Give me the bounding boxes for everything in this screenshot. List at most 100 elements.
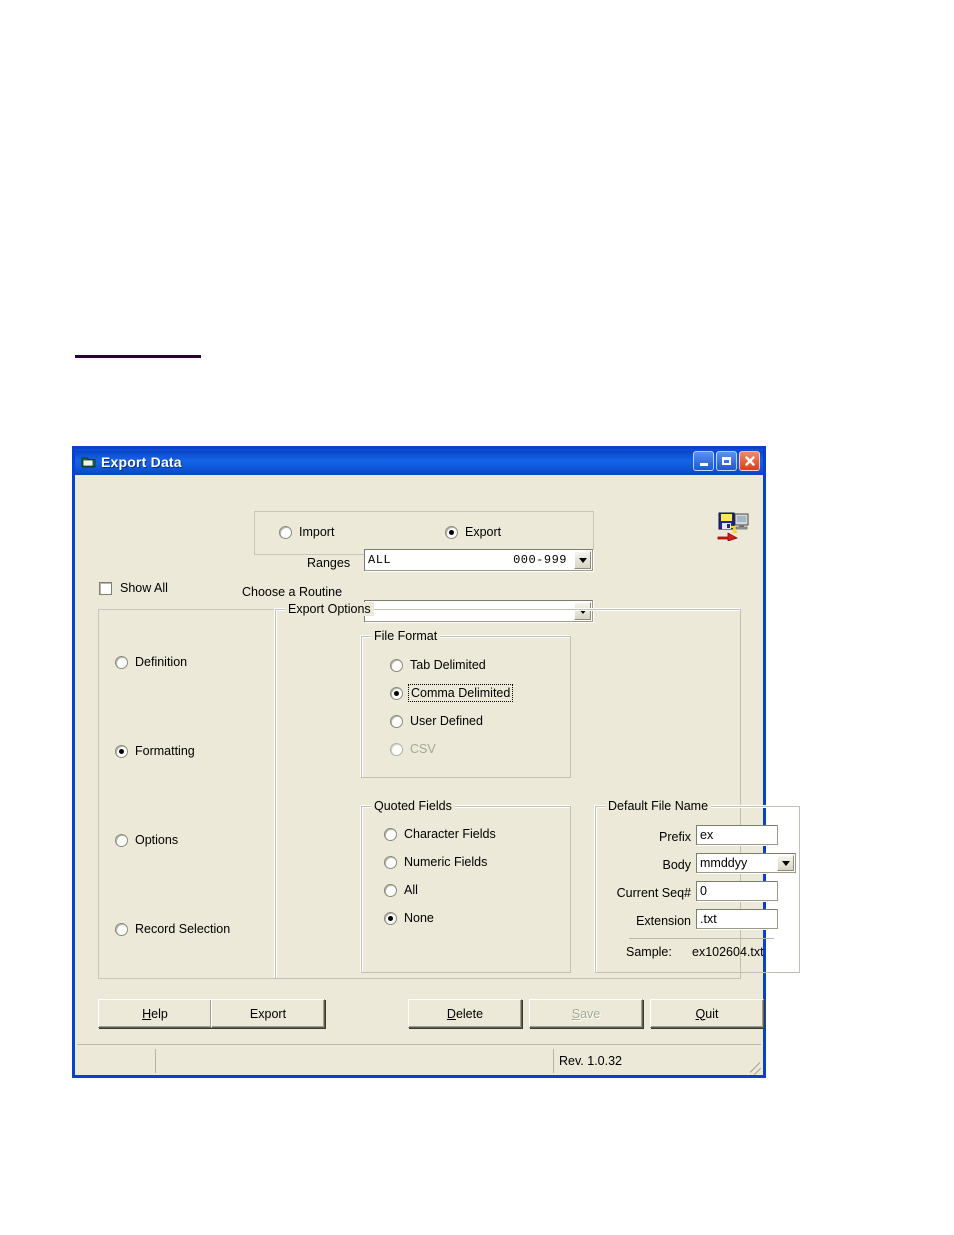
ranges-combo[interactable]: ALL 000-999 [364,549,593,571]
section-options[interactable]: Options [115,833,178,847]
radio-user-defined-label: User Defined [410,714,483,728]
section-record-selection-label: Record Selection [135,922,231,936]
file-format-title: File Format [371,629,441,643]
radio-numeric-fields[interactable]: Numeric Fields [384,855,487,869]
ranges-label: Ranges [307,556,351,570]
section-formatting-dot [115,744,128,758]
save-button-label: Save [571,1006,601,1021]
ranges-value-name: ALL [368,553,392,567]
section-options-dot [115,833,128,847]
prefix-value: ex [700,828,714,842]
prefix-input[interactable]: ex [696,825,778,845]
close-button[interactable] [739,451,760,471]
radio-user-defined[interactable]: User Defined [390,714,483,728]
body-value: mmddyy [700,856,748,870]
section-definition-dot [115,655,128,669]
app-window-icon [81,455,96,469]
radio-import-dot [279,525,292,539]
document-rule [75,355,201,358]
minimize-button[interactable] [693,451,714,471]
radio-character-fields-dot [384,827,397,841]
checkbox-box-icon [99,581,112,595]
radio-all-fields-dot [384,883,397,897]
extension-value: .txt [700,912,717,926]
show-all-checkbox[interactable]: Show All [99,581,168,595]
extension-input[interactable]: .txt [696,909,778,929]
body-label: Body [662,858,692,872]
status-pane-1 [77,1049,155,1073]
default-file-name-group: Default File Name Prefix ex Body mmddyy … [595,799,800,973]
current-seq-value: 0 [700,884,707,898]
quoted-fields-group: Quoted Fields Character Fields Numeric F… [361,799,571,973]
export-data-window: Export Data Import Export Ranges ALL 000… [72,446,800,1078]
radio-none-fields-label: None [404,911,434,925]
export-button[interactable]: Export [211,999,325,1028]
section-formatting-label: Formatting [135,744,195,758]
sample-label: Sample: [626,945,672,959]
window-controls [693,451,760,471]
section-record-selection[interactable]: Record Selection [115,922,230,936]
quit-button-label: Quit [695,1006,719,1021]
radio-all-fields-label: All [404,883,418,897]
section-record-selection-dot [115,922,128,936]
quit-button[interactable]: Quit [650,999,764,1028]
export-options-title: Export Options [285,602,374,616]
show-all-label: Show All [120,581,168,595]
radio-none-fields[interactable]: None [384,911,434,925]
radio-character-fields[interactable]: Character Fields [384,827,496,841]
current-seq-label: Current Seq# [616,886,691,900]
status-divider [77,1044,761,1045]
status-bar: Rev. 1.0.32 [77,1049,761,1073]
radio-comma-delimited-dot [390,686,403,700]
radio-export[interactable]: Export [445,525,501,539]
help-button-label: Help [142,1006,168,1021]
radio-export-label: Export [465,525,502,539]
status-pane-2 [155,1049,553,1073]
radio-comma-delimited[interactable]: Comma Delimited [390,684,514,702]
delete-button-label: Delete [446,1006,484,1021]
file-format-group: File Format Tab Delimited Comma Delimite… [361,629,571,778]
resize-grip-icon[interactable] [745,1057,761,1073]
radio-user-defined-dot [390,714,403,728]
delete-button[interactable]: Delete [408,999,522,1028]
routine-label: Choose a Routine [242,585,343,599]
sample-value: ex102604.txt [692,945,764,959]
section-definition-label: Definition [135,655,188,669]
sections-panel: Definition Formatting Options Record Sel… [98,609,275,979]
dialog-client-area: Import Export Ranges ALL 000-999 Show Al… [75,475,800,1075]
radio-csv-label: CSV [410,742,436,756]
maximize-button[interactable] [716,451,737,471]
radio-numeric-fields-label: Numeric Fields [404,855,488,869]
radio-numeric-fields-dot [384,855,397,869]
window-title: Export Data [101,454,182,470]
radio-import-label: Import [299,525,335,539]
radio-character-fields-label: Character Fields [404,827,496,841]
radio-none-fields-dot [384,911,397,925]
status-revision: Rev. 1.0.32 [553,1049,745,1073]
default-file-name-title: Default File Name [605,799,712,813]
current-seq-input[interactable]: 0 [696,881,778,901]
chevron-down-icon[interactable] [574,551,591,569]
prefix-label: Prefix [659,830,691,844]
section-formatting[interactable]: Formatting [115,744,195,758]
export-button-label: Export [249,1006,287,1021]
radio-tab-delimited-dot [390,658,403,672]
radio-all-fields[interactable]: All [384,883,418,897]
export-options-group: Export Options File Format Tab Delimited… [275,602,800,979]
section-definition[interactable]: Definition [115,655,187,669]
radio-tab-delimited[interactable]: Tab Delimited [390,658,486,672]
radio-export-dot [445,525,458,539]
quoted-fields-title: Quoted Fields [371,799,455,813]
title-bar[interactable]: Export Data [75,449,763,475]
save-button: Save [529,999,643,1028]
sample-divider [629,938,774,939]
chevron-down-icon[interactable] [777,855,794,871]
radio-import[interactable]: Import [279,525,334,539]
radio-comma-delimited-label: Comma Delimited [407,684,514,702]
ranges-value-range: 000-999 [513,553,567,567]
body-combo[interactable]: mmddyy [696,853,796,873]
radio-tab-delimited-label: Tab Delimited [410,658,486,672]
extension-label: Extension [636,914,691,928]
help-button[interactable]: Help [98,999,212,1028]
radio-csv-dot [390,742,403,756]
